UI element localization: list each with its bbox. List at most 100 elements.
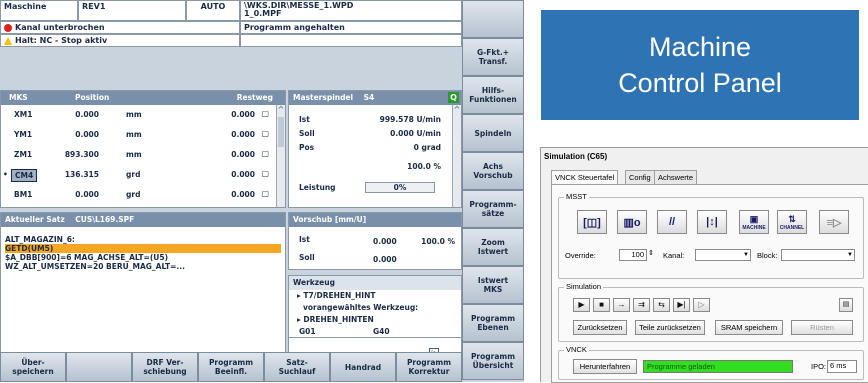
softkey-v5[interactable]: Achs Vorschub — [462, 152, 524, 190]
message-line — [240, 34, 462, 47]
stop-button[interactable]: ■ — [593, 298, 610, 312]
spindle-id: S4 — [363, 93, 375, 102]
axes-scrollbar[interactable]: ^ — [276, 105, 285, 207]
position-header: Position — [75, 93, 110, 102]
channel-name: REV1 — [78, 0, 186, 21]
reset-button[interactable]: // — [657, 210, 687, 234]
axis-restweg: 0.000 — [231, 130, 255, 139]
axis-select-icon[interactable]: ▢ — [261, 109, 269, 118]
scroll-up-icon[interactable]: ^ — [453, 105, 461, 115]
axes-panel: MKS Position Restweg XM1 0.000 mm 0.000 ▢ YM1… — [0, 90, 286, 208]
block-panel: Aktueller Satz CUS\L169.SPF ALT_MAGAZIN_… — [0, 212, 286, 362]
program-test-button[interactable]: ▥o — [617, 210, 647, 234]
setup-button[interactable]: Rüsten — [791, 320, 853, 335]
softkey-h6[interactable]: Handrad — [330, 352, 396, 382]
block-label: Block: — [757, 251, 778, 260]
spindle-ist-label: Ist — [299, 115, 310, 124]
swap-button[interactable]: ⇆ — [653, 298, 670, 312]
single-block-button[interactable]: [◫] — [577, 210, 607, 234]
axis-marker: • — [3, 170, 8, 179]
softkey-h1[interactable]: Über- speichern — [0, 352, 66, 382]
softkey-v3[interactable]: Hilfs- Funktionen — [462, 76, 524, 114]
reset-parts-button[interactable]: Teile zurücksetzen — [635, 320, 705, 335]
feed-soll-value: 0.000 — [373, 255, 397, 264]
chevron-down-icon: ▼ — [743, 252, 749, 258]
skip-end-button[interactable]: ▶| — [673, 298, 690, 312]
kanal-select[interactable]: ▼ — [695, 249, 751, 261]
reset-sim-button[interactable]: Zurücksetzen — [573, 320, 627, 335]
tab-panel: MSST [◫] ▥o // |↕| ▣ MACHINE ⇅ CHANNEL ≡▷ … — [551, 184, 868, 383]
spindle-soll-value: 0.000 U/min — [390, 129, 441, 138]
axis-select-icon[interactable]: ▢ — [261, 129, 269, 138]
skip-button[interactable]: |↕| — [697, 210, 727, 234]
machine-button[interactable]: ▣ MACHINE — [739, 210, 769, 234]
axis-row[interactable]: ZM1 893.300 mm 0.000 ▢ — [1, 147, 275, 164]
vnck-group: VNCK Herunterfahren Programme geladen IP… — [558, 345, 864, 380]
scroll-thumb[interactable] — [278, 117, 284, 147]
softkey-v10[interactable]: Programm Übersicht — [462, 342, 524, 380]
spindle-title: Masterspindel — [293, 93, 354, 102]
simulation-label: Simulation — [564, 282, 604, 291]
hmi-screen: Maschine REV1 AUTO \WKS.DIR\MESSE_1.WPD 1… — [0, 0, 524, 382]
axis-select-icon[interactable]: ▢ — [261, 189, 269, 198]
spindle-ist-value: 999.578 U/min — [379, 115, 441, 124]
axis-row[interactable]: • CM4 136.315 grd 0.000 ▢ — [1, 167, 275, 184]
vnck-label: VNCK — [564, 345, 589, 354]
softkey-v6[interactable]: Programm- sätze — [462, 190, 524, 228]
spindle-header: Masterspindel S4 Q — [289, 91, 461, 105]
spindle-pos-value: 0 grad — [413, 143, 441, 152]
override-input[interactable]: 100 — [619, 249, 647, 261]
start-button[interactable]: ▶ — [573, 298, 590, 312]
title-line-1: Machine — [648, 32, 752, 62]
axis-unit: mm — [126, 150, 142, 159]
softkey-v1[interactable] — [462, 0, 524, 38]
alarm2-text: Halt: NC - Stop aktiv — [15, 36, 108, 45]
fast-button[interactable]: ⇉ — [633, 298, 650, 312]
tab-vnck-steuertafel[interactable]: VNCK Steuertafel — [551, 170, 619, 184]
block-file: CUS\L169.SPF — [75, 215, 135, 224]
tool-panel: Werkzeug ▸ T7/DREHEN_HINT vorangewähltes… — [288, 275, 462, 362]
feed-soll-label: Soll — [299, 253, 315, 262]
softkey-v8[interactable]: Istwert MKS — [462, 266, 524, 304]
axis-unit: grd — [126, 170, 141, 179]
softkey-h4[interactable]: Programm Beeinfl. — [198, 352, 264, 382]
step-button[interactable]: → — [613, 298, 630, 312]
tab-config[interactable]: Config — [625, 170, 655, 184]
shutdown-button[interactable]: Herunterfahren — [573, 359, 637, 374]
kanal-label: Kanal: — [663, 251, 685, 260]
softkey-h5[interactable]: Satz- Suchlauf — [264, 352, 330, 382]
play-outline-button[interactable]: ▷ — [693, 298, 710, 312]
channel-button[interactable]: ⇅ CHANNEL — [777, 210, 807, 234]
axis-unit: mm — [126, 110, 142, 119]
tool-header: Werkzeug — [289, 276, 461, 290]
block-select[interactable]: ▼ — [781, 249, 855, 261]
axis-row[interactable]: XM1 0.000 mm 0.000 ▢ — [1, 107, 275, 124]
title-box: Machine Control Panel — [541, 10, 859, 120]
scroll-up-icon[interactable]: ^ — [277, 105, 285, 115]
axis-select-icon[interactable]: ▢ — [261, 149, 269, 158]
next-button[interactable]: ≡▷ — [819, 210, 849, 234]
block-lines: ALT_MAGAZIN_6: GETD(UM5) $A_DBB[900]=6 M… — [1, 227, 285, 279]
spindle-scrollbar[interactable]: ^ — [452, 105, 461, 207]
feed-header: Vorschub [mm/U] — [289, 213, 461, 227]
axis-unit: mm — [126, 130, 142, 139]
axis-row[interactable]: BM1 0.000 grd 0.000 ▢ — [1, 187, 275, 204]
softkey-v4[interactable]: Spindeln — [462, 114, 524, 152]
simulation-group: Simulation ▶ ■ → ⇉ ⇆ ▶| ▷ ▤ Zurücksetzen… — [558, 282, 864, 342]
save-sram-button[interactable]: SRAM speichern — [715, 320, 783, 335]
panel-icon[interactable]: ▤ — [839, 298, 853, 312]
ipo-label: IPO: — [811, 362, 827, 371]
softkey-v2[interactable]: G-Fkt.+ Transf. — [462, 38, 524, 76]
axis-name: ZM1 — [14, 150, 33, 159]
softkey-h3[interactable]: DRF Ver- schiebung — [132, 352, 198, 382]
mode-display: AUTO — [186, 0, 240, 21]
softkey-h2[interactable] — [66, 352, 132, 382]
softkey-h7[interactable]: Programm Korrektur — [396, 352, 462, 382]
tab-achswerte[interactable]: Achswerte — [654, 170, 698, 184]
ipo-field[interactable]: 6 ms — [827, 360, 857, 373]
softkey-v9[interactable]: Programm Ebenen — [462, 304, 524, 342]
axis-select-icon[interactable]: ▢ — [261, 169, 269, 178]
spinner-icon[interactable]: ⇕ — [648, 249, 654, 257]
softkey-v7[interactable]: Zoom Istwert — [462, 228, 524, 266]
axis-row[interactable]: YM1 0.000 mm 0.000 ▢ — [1, 127, 275, 144]
